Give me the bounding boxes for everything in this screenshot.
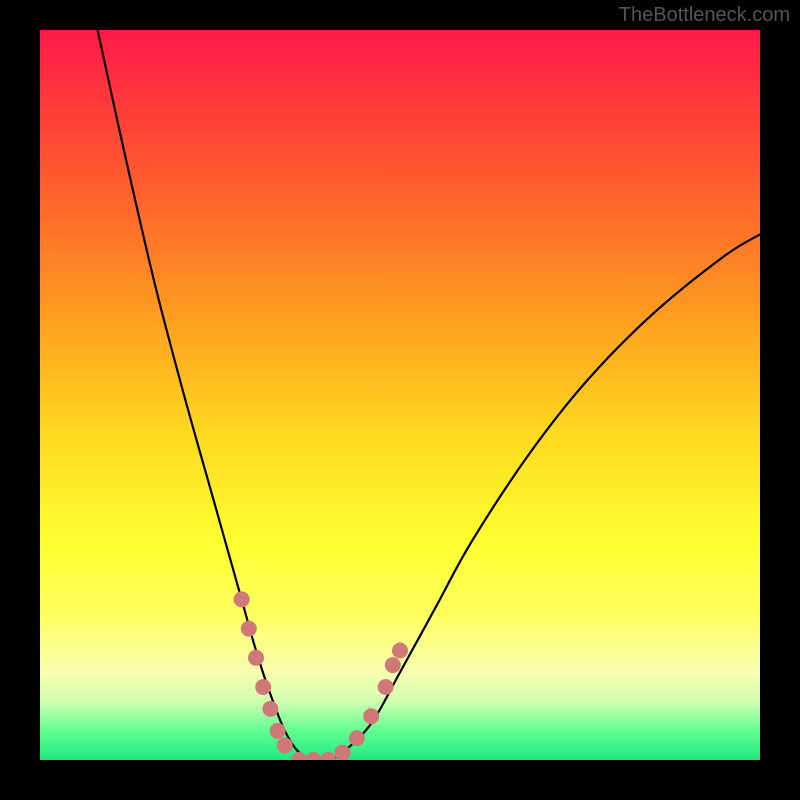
valley-marker xyxy=(241,621,257,637)
valley-marker xyxy=(385,657,401,673)
valley-marker xyxy=(234,591,250,607)
valley-marker xyxy=(378,679,394,695)
watermark-text: TheBottleneck.com xyxy=(619,4,790,27)
valley-marker xyxy=(363,708,379,724)
valley-marker xyxy=(392,643,408,659)
valley-marker xyxy=(255,679,271,695)
bottleneck-curve-line xyxy=(98,30,760,760)
valley-marker xyxy=(270,723,286,739)
valley-markers-group xyxy=(234,591,408,760)
valley-marker xyxy=(306,752,322,760)
valley-marker xyxy=(248,650,264,666)
chart-plot-area xyxy=(40,30,760,760)
chart-svg xyxy=(40,30,760,760)
valley-marker xyxy=(277,737,293,753)
valley-marker xyxy=(334,745,350,760)
valley-marker xyxy=(291,752,307,760)
valley-marker xyxy=(320,752,336,760)
valley-marker xyxy=(349,730,365,746)
valley-marker xyxy=(262,701,278,717)
